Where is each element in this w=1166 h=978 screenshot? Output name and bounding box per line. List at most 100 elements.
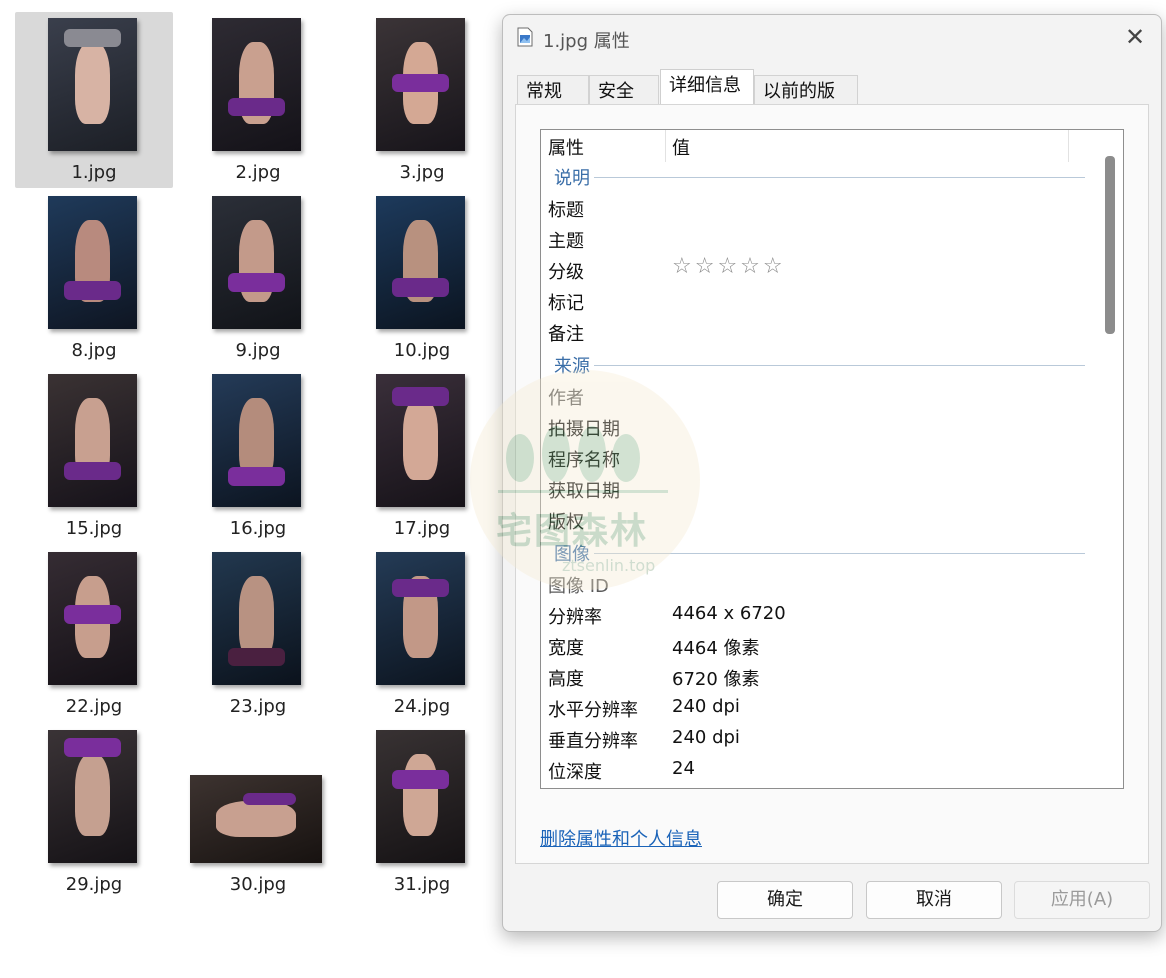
property-row[interactable]: 高度 6720 像素 xyxy=(541,663,1101,693)
group-divider xyxy=(589,365,1085,366)
file-name: 22.jpg xyxy=(65,696,123,717)
file-name: 29.jpg xyxy=(65,874,123,895)
file-name: 16.jpg xyxy=(229,518,287,539)
property-row[interactable]: 备注 xyxy=(541,318,1101,348)
image-thumbnail xyxy=(48,374,137,507)
image-thumbnail xyxy=(212,196,301,329)
column-header-value[interactable]: 值 xyxy=(672,134,690,160)
property-value: 24 xyxy=(672,758,695,779)
property-value: 4464 像素 xyxy=(672,638,760,659)
property-label: 主题 xyxy=(548,231,584,252)
file-item-23[interactable]: 23.jpg xyxy=(179,546,337,722)
property-row[interactable]: 水平分辨率 240 dpi xyxy=(541,694,1101,724)
remove-properties-link[interactable]: 删除属性和个人信息 xyxy=(540,825,702,851)
property-value: 240 dpi xyxy=(672,696,740,717)
column-divider[interactable] xyxy=(665,130,666,162)
property-value: 6720 像素 xyxy=(672,669,760,690)
column-header-property[interactable]: 属性 xyxy=(548,134,584,160)
property-label: 位深度 xyxy=(548,762,602,783)
property-label: 程序名称 xyxy=(548,450,620,471)
file-item-29[interactable]: 29.jpg xyxy=(15,724,173,900)
file-name: 9.jpg xyxy=(235,340,281,361)
property-row[interactable]: 分辨率 4464 x 6720 xyxy=(541,601,1101,631)
column-divider[interactable] xyxy=(1068,130,1069,162)
property-label: 分级 xyxy=(548,262,584,283)
file-item-30[interactable]: 30.jpg xyxy=(179,724,337,900)
file-item-15[interactable]: 15.jpg xyxy=(15,368,173,544)
file-item-8[interactable]: 8.jpg xyxy=(15,190,173,366)
property-row[interactable]: 图像 ID xyxy=(541,570,1101,600)
property-label: 版权 xyxy=(548,512,584,533)
tab-general[interactable]: 常规 xyxy=(517,75,589,105)
property-label: 图像 ID xyxy=(548,576,609,597)
property-label: 高度 xyxy=(548,669,584,690)
rating-stars[interactable]: ☆☆☆☆☆ xyxy=(672,254,786,279)
file-item-31[interactable]: 31.jpg xyxy=(343,724,501,900)
file-name: 23.jpg xyxy=(229,696,287,717)
image-thumbnail xyxy=(212,374,301,507)
cancel-button[interactable]: 取消 xyxy=(866,881,1002,919)
property-label: 拍摄日期 xyxy=(548,419,620,440)
file-item-3[interactable]: 3.jpg xyxy=(343,12,501,188)
file-name: 24.jpg xyxy=(393,696,451,717)
file-item-1[interactable]: 1.jpg xyxy=(15,12,173,188)
property-label: 备注 xyxy=(548,324,584,345)
file-item-17[interactable]: 17.jpg xyxy=(343,368,501,544)
property-row[interactable]: 拍摄日期 xyxy=(541,413,1101,443)
property-row[interactable]: 作者 xyxy=(541,382,1101,412)
file-name: 1.jpg xyxy=(71,162,117,183)
apply-button[interactable]: 应用(A) xyxy=(1014,881,1150,919)
details-tab-panel: 属性 值 说明 标题 主题 分级 ☆☆☆☆☆ 标记 备注 来源 作者 拍摄日期 … xyxy=(515,104,1149,864)
group-title: 来源 xyxy=(554,352,594,378)
file-name: 31.jpg xyxy=(393,874,451,895)
image-thumbnail xyxy=(212,552,301,685)
file-item-22[interactable]: 22.jpg xyxy=(15,546,173,722)
property-value: 4464 x 6720 xyxy=(672,603,786,624)
group-description: 说明 xyxy=(541,164,1101,190)
file-item-2[interactable]: 2.jpg xyxy=(179,12,337,188)
property-row[interactable]: 分级 ☆☆☆☆☆ xyxy=(541,254,1101,286)
file-name: 17.jpg xyxy=(393,518,451,539)
property-row[interactable]: 垂直分辨率 240 dpi xyxy=(541,725,1101,755)
property-row[interactable]: 程序名称 xyxy=(541,444,1101,474)
property-row[interactable]: 标题 xyxy=(541,194,1101,224)
property-label: 作者 xyxy=(548,388,584,409)
property-value: 240 dpi xyxy=(672,727,740,748)
property-row[interactable]: 位深度 24 xyxy=(541,756,1101,786)
property-label: 宽度 xyxy=(548,638,584,659)
file-item-10[interactable]: 10.jpg xyxy=(343,190,501,366)
image-thumbnail xyxy=(212,18,301,151)
image-thumbnail xyxy=(376,18,465,151)
file-name: 2.jpg xyxy=(235,162,281,183)
file-name: 10.jpg xyxy=(393,340,451,361)
file-item-9[interactable]: 9.jpg xyxy=(179,190,337,366)
file-item-16[interactable]: 16.jpg xyxy=(179,368,337,544)
list-header: 属性 值 xyxy=(541,130,1123,164)
property-row[interactable]: 主题 xyxy=(541,225,1101,255)
tab-security[interactable]: 安全 xyxy=(589,75,659,105)
property-row[interactable]: 版权 xyxy=(541,506,1101,536)
image-thumbnail xyxy=(376,730,465,863)
image-thumbnail xyxy=(48,18,137,151)
property-row[interactable]: 宽度 4464 像素 xyxy=(541,632,1101,662)
close-icon[interactable]: ✕ xyxy=(1123,25,1147,49)
tab-previous-versions[interactable]: 以前的版本 xyxy=(754,75,858,134)
properties-dialog: 1.jpg 属性 ✕ 常规 安全 详细信息 以前的版本 属性 值 说明 标题 主… xyxy=(502,14,1162,932)
file-name: 30.jpg xyxy=(229,874,287,895)
image-thumbnail xyxy=(48,552,137,685)
tab-details[interactable]: 详细信息 xyxy=(660,69,754,105)
image-thumbnail xyxy=(376,196,465,329)
property-label: 标记 xyxy=(548,293,584,314)
image-thumbnail xyxy=(376,552,465,685)
property-row[interactable]: 标记 xyxy=(541,287,1101,317)
property-list[interactable]: 属性 值 说明 标题 主题 分级 ☆☆☆☆☆ 标记 备注 来源 作者 拍摄日期 … xyxy=(540,129,1124,789)
file-item-24[interactable]: 24.jpg xyxy=(343,546,501,722)
file-name: 15.jpg xyxy=(65,518,123,539)
property-label: 垂直分辨率 xyxy=(548,731,638,752)
property-label: 标题 xyxy=(548,200,584,221)
vertical-scrollbar-thumb[interactable] xyxy=(1105,156,1115,334)
ok-button[interactable]: 确定 xyxy=(717,881,853,919)
dialog-titlebar[interactable]: 1.jpg 属性 ✕ xyxy=(503,15,1161,59)
property-row[interactable]: 获取日期 xyxy=(541,475,1101,505)
group-title: 图像 xyxy=(554,540,594,566)
